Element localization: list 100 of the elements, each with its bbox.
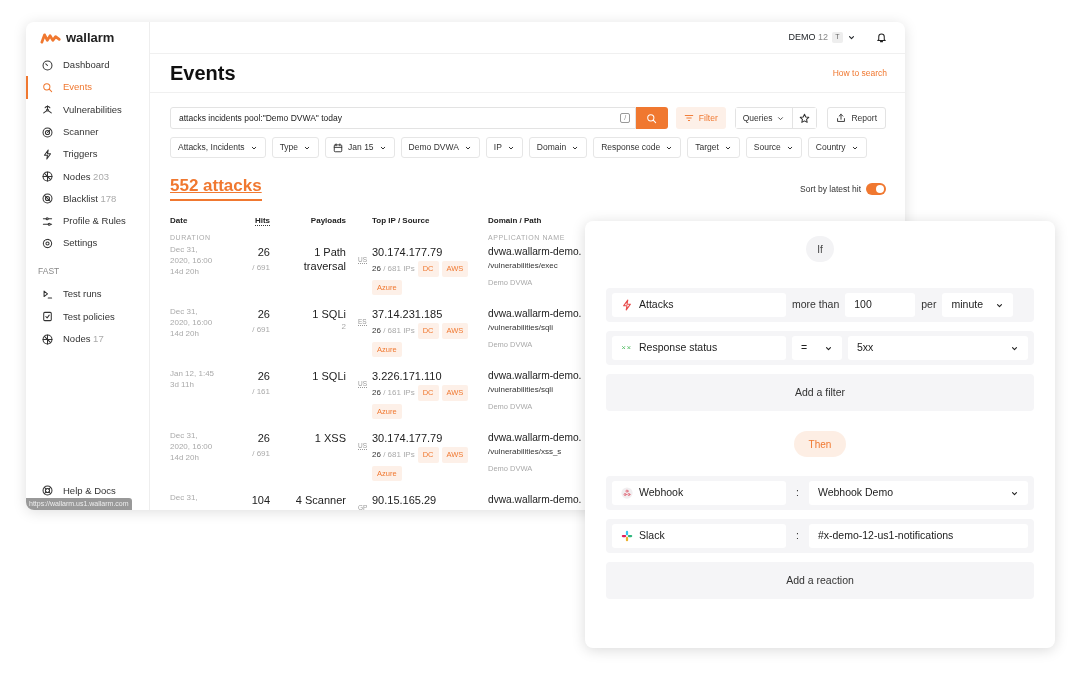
- event-field[interactable]: Response status: [612, 336, 786, 360]
- event-field[interactable]: Attacks: [612, 293, 786, 317]
- action-pill: Then: [793, 431, 847, 457]
- sidebar-item[interactable]: Vulnerabilities: [26, 98, 149, 121]
- payload-text: 1 XSS: [313, 431, 346, 446]
- sidebar-item[interactable]: Nodes 17: [26, 328, 149, 351]
- play-icon: [42, 289, 53, 301]
- sidebar-item[interactable]: Settings: [26, 232, 149, 255]
- payload-text: 1 SQLi: [311, 307, 346, 322]
- add-filter-button[interactable]: Add a filter: [606, 374, 1034, 411]
- blocked-icon: [42, 193, 53, 205]
- sidebar-item[interactable]: Scanner: [26, 120, 149, 144]
- path-text: /vulnerabilities/sqli: [488, 384, 553, 397]
- filter-dropdown[interactable]: Type: [271, 137, 320, 158]
- duration-text: 14d 20h: [170, 266, 200, 278]
- filter-dropdown[interactable]: Jan 15: [325, 137, 395, 158]
- hits-total: / 161: [251, 386, 270, 399]
- condition-pill: If: [806, 236, 834, 262]
- filter-dropdown[interactable]: IP: [485, 137, 523, 158]
- calendar-icon: [333, 142, 344, 153]
- date-text: Dec 31, 2020, 16:00: [170, 245, 214, 267]
- sidebar-item[interactable]: Test policies: [26, 305, 149, 328]
- duration-text: 3d 11h: [170, 379, 195, 391]
- filter-dropdown[interactable]: Demo DVWA: [400, 137, 480, 158]
- path-text: /vulnerabilities/sqli: [488, 322, 553, 335]
- globe-icon: [42, 333, 53, 345]
- ip-hits: 26 / 681 IPs: [372, 324, 415, 337]
- domain-text: dvwa.wallarm-demo.: [488, 369, 582, 383]
- column-header: Payloads: [310, 216, 346, 225]
- channel-field[interactable]: Slack: [612, 524, 786, 548]
- ip-address: 90.15.165.29: [372, 493, 438, 508]
- hits-total: / 691: [251, 448, 270, 461]
- checklist-icon: [42, 311, 53, 323]
- bell-icon[interactable]: [876, 32, 887, 43]
- hits-count: 26: [256, 369, 270, 384]
- favorite-button[interactable]: [792, 108, 817, 128]
- webhook-icon: [621, 487, 633, 499]
- ip-address: 37.14.231.185: [372, 307, 444, 322]
- search-icon: [646, 112, 658, 124]
- add-reaction-button[interactable]: Add a reaction: [606, 562, 1034, 599]
- lightning-icon: [621, 299, 633, 311]
- filter-dropdown[interactable]: Country: [807, 137, 867, 158]
- filter-dropdown[interactable]: Attacks, Incidents: [170, 137, 266, 158]
- path-text: /vulnerabilities/exec: [488, 260, 558, 273]
- payload-text: 1 SQLi: [311, 369, 346, 384]
- globe-icon: [42, 171, 53, 183]
- sort-label: Sort by latest hit: [800, 182, 861, 196]
- sidebar-item[interactable]: Dashboard: [26, 54, 149, 77]
- filter-dropdown[interactable]: Domain: [528, 137, 588, 158]
- page-title: Events: [170, 61, 236, 85]
- payload-text: 4 Scanner: [294, 493, 346, 508]
- value-dropdown[interactable]: 5xx: [848, 336, 1028, 360]
- value-field[interactable]: 100: [845, 293, 916, 317]
- filter-dropdown[interactable]: Target: [687, 137, 740, 158]
- sidebar-item[interactable]: Test runs: [26, 283, 149, 306]
- radar-icon: [42, 126, 53, 138]
- lifebuoy-icon: [42, 485, 53, 497]
- duration-text: 14d 20h: [170, 452, 200, 464]
- settings-icon: [42, 238, 53, 249]
- ip-address: 30.174.177.79: [372, 431, 444, 446]
- sidebar-item[interactable]: Blacklist 178: [26, 187, 149, 211]
- date-text: Dec 31,: [170, 493, 199, 504]
- channel-name-field[interactable]: #x-demo-12-us1-notifications: [808, 524, 1028, 548]
- section-heading: FAST: [37, 264, 61, 278]
- hits-count: 26: [256, 245, 270, 260]
- webhook-select[interactable]: Webhook Demo: [808, 481, 1028, 505]
- channel-field[interactable]: Webhook: [612, 481, 786, 505]
- sort-toggle[interactable]: [866, 183, 886, 195]
- ip-hits: 26 / 681 IPs: [372, 448, 415, 461]
- domain-text: dvwa.wallarm-demo.: [488, 431, 582, 445]
- date-text: Dec 31, 2020, 16:00: [170, 307, 214, 329]
- ip-hits: 26 / 161 IPs: [372, 386, 415, 399]
- filter-dropdown[interactable]: Response code: [593, 137, 682, 158]
- hits-count: 26: [256, 431, 270, 446]
- star-icon: [799, 112, 811, 124]
- sliders-icon: [42, 215, 53, 227]
- logo-icon: [40, 32, 62, 44]
- filter-dropdown[interactable]: Source: [745, 137, 802, 158]
- ip-hits: 26 / 681 IPs: [372, 262, 415, 275]
- domain-text: dvwa.wallarm-demo.: [488, 307, 582, 321]
- path-text: /vulnerabilities/xss_s: [488, 446, 562, 459]
- operator-dropdown[interactable]: =: [792, 336, 842, 360]
- ip-address: 30.174.177.79: [372, 245, 444, 260]
- duration-text: 14d 20h: [170, 328, 200, 340]
- filter-icon: [683, 113, 694, 123]
- report-button[interactable]: Report: [827, 107, 886, 129]
- column-header: Date: [170, 216, 188, 225]
- slack-icon: [621, 530, 633, 542]
- gauge-icon: [42, 59, 53, 71]
- sidebar-item[interactable]: Triggers: [26, 143, 149, 166]
- payload-count: 2: [340, 321, 346, 334]
- hits-total: / 691: [251, 324, 270, 337]
- column-header: Domain / Path: [488, 216, 542, 225]
- domain-text: dvwa.wallarm-demo.: [488, 493, 582, 507]
- hits-count: 26: [256, 307, 270, 322]
- sidebar-item[interactable]: Profile & Rules: [26, 210, 149, 233]
- unit-dropdown[interactable]: minute: [942, 293, 1014, 317]
- sidebar-item[interactable]: Nodes 203: [26, 165, 149, 188]
- date-text: Dec 31, 2020, 16:00: [170, 431, 214, 453]
- search-icon: [42, 81, 53, 93]
